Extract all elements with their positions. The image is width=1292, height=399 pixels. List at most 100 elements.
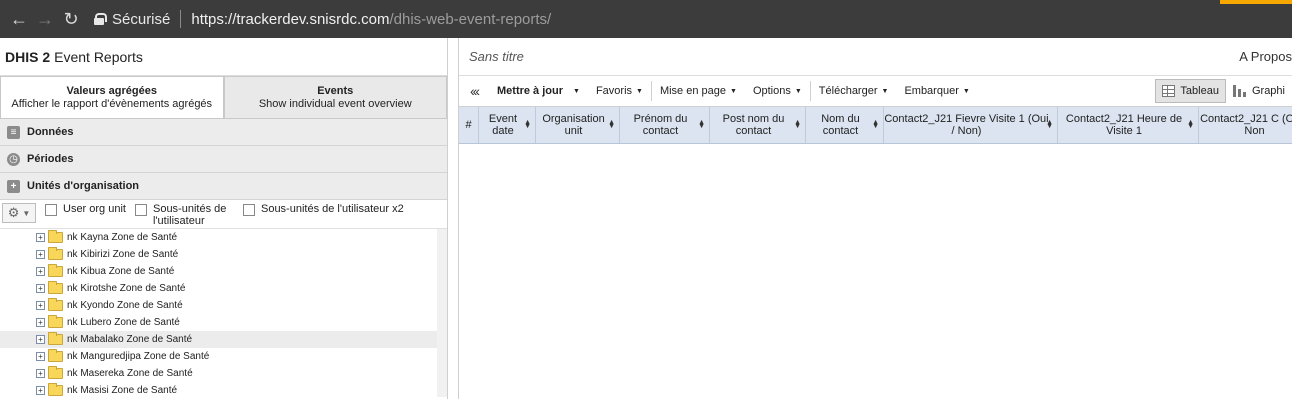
table-icon xyxy=(1162,85,1176,97)
expand-icon[interactable]: + xyxy=(36,250,45,259)
tree-item[interactable]: + nk Manguredjipa Zone de Santé xyxy=(0,348,447,365)
sort-icon[interactable]: ▲ ▼ xyxy=(872,119,879,130)
app-name: Event Reports xyxy=(54,48,143,65)
column-header-label: Prénom du contact xyxy=(633,113,688,137)
forward-arrow-icon[interactable]: → xyxy=(32,6,58,32)
column-header[interactable]: Contact2_J21 C (Oui / Non▲▼ xyxy=(1199,107,1292,143)
folder-icon xyxy=(48,230,63,243)
section-data[interactable]: ≡ Données xyxy=(0,119,447,146)
tree-item-label: nk Kyondo Zone de Santé xyxy=(67,300,183,311)
chart-view-label: Graphi xyxy=(1251,85,1285,97)
tab-events[interactable]: Events Show individual event overview xyxy=(223,76,447,119)
sort-icon[interactable]: ▲ ▼ xyxy=(698,119,705,130)
security-label: Sécurisé xyxy=(112,10,171,28)
report-title-bar: Sans titre A Propos xyxy=(459,38,1292,76)
favorites-menu[interactable]: Favoris ▼ xyxy=(588,85,651,97)
user-sub-units-x2-checkbox[interactable]: Sous-unités de l'utilisateur x2 xyxy=(242,203,404,216)
section-org-units-label: Unités d'organisation xyxy=(27,180,140,192)
user-org-unit-checkbox[interactable]: User org unit xyxy=(45,203,126,216)
update-label: Mettre à jour xyxy=(497,85,564,97)
table-header: # Event date ▲ ▼ Organisation unit ▲ ▼ Prénom d… xyxy=(459,107,1292,144)
folder-icon xyxy=(48,298,63,311)
expand-icon[interactable]: + xyxy=(36,352,45,361)
expand-icon[interactable]: + xyxy=(36,386,45,395)
options-menu[interactable]: Options ▼ xyxy=(745,85,810,97)
app-brand: DHIS 2 xyxy=(5,48,51,65)
sort-icon[interactable]: ▲ ▼ xyxy=(1187,119,1194,130)
column-header[interactable]: Event date ▲ ▼ xyxy=(479,107,536,143)
column-header[interactable]: Post nom du contact ▲ ▼ xyxy=(710,107,806,143)
tree-item[interactable]: + nk Lubero Zone de Santé xyxy=(0,314,447,331)
app-title: DHIS 2 Event Reports xyxy=(0,38,447,76)
tree-item-label: nk Lubero Zone de Santé xyxy=(67,317,180,328)
expand-icon[interactable]: + xyxy=(36,318,45,327)
folder-icon xyxy=(48,247,63,260)
expand-icon[interactable]: + xyxy=(36,369,45,378)
tree-item[interactable]: + nk Kyondo Zone de Santé xyxy=(0,297,447,314)
update-button[interactable]: Mettre à jour ▼ xyxy=(489,85,588,97)
sort-icon[interactable]: ▲ ▼ xyxy=(1046,119,1053,130)
address-bar[interactable]: Sécurisé https://trackerdev.snisrdc.com /… xyxy=(94,0,1292,38)
about-link[interactable]: A Propos xyxy=(1239,49,1292,64)
left-panel: DHIS 2 Event Reports Valeurs agrégées Af… xyxy=(0,38,448,399)
section-periods[interactable]: ◷ Périodes xyxy=(0,146,447,173)
column-header-label: Contact2_J21 Fievre Visite 1 (Oui / Non) xyxy=(884,113,1049,137)
column-header[interactable]: Prénom du contact ▲ ▼ xyxy=(620,107,710,143)
checkbox-box[interactable] xyxy=(242,204,255,216)
tree-item[interactable]: + nk Kibua Zone de Santé xyxy=(0,263,447,280)
tree-item[interactable]: + nk Masisi Zone de Santé xyxy=(0,382,447,397)
tab-aggregated-values[interactable]: Valeurs agrégées Afficher le rapport d'é… xyxy=(0,76,224,119)
tree-scrollbar[interactable] xyxy=(437,229,447,397)
download-menu[interactable]: Télécharger ▼ xyxy=(811,85,897,97)
section-org-units[interactable]: + Unités d'organisation xyxy=(0,173,447,200)
layout-label: Mise en page xyxy=(659,85,726,97)
tree-item[interactable]: + nk Masereka Zone de Santé xyxy=(0,365,447,382)
org-unit-tree: + nk Kayna Zone de Santé + nk Kibirizi Zone… xyxy=(0,229,447,397)
column-header-label: Contact2_J21 C (Oui / Non xyxy=(1200,113,1292,137)
tree-item-label: nk Manguredjipa Zone de Santé xyxy=(67,351,210,362)
column-header-label: Nom du contact xyxy=(821,113,860,137)
embed-menu[interactable]: Embarquer ▼ xyxy=(896,85,977,97)
chevron-down-icon: ▼ xyxy=(794,87,802,95)
column-header[interactable]: # xyxy=(459,107,479,143)
tree-item-label: nk Kibirizi Zone de Santé xyxy=(67,249,179,260)
chevron-down-icon: ▼ xyxy=(636,87,643,95)
mode-tabs: Valeurs agrégées Afficher le rapport d'é… xyxy=(0,76,447,119)
chart-view-button[interactable]: Graphi xyxy=(1225,79,1292,103)
gear-menu-button[interactable]: ⚙ ▼ xyxy=(2,203,36,223)
column-header-label: Event date xyxy=(488,113,518,137)
expand-icon[interactable]: + xyxy=(36,301,45,310)
address-divider xyxy=(180,10,182,28)
tree-item[interactable]: + nk Kibirizi Zone de Santé xyxy=(0,246,447,263)
report-toolbar: ‹‹‹ Mettre à jour ▼ Favoris ▼ Mise en pa… xyxy=(459,76,1292,107)
plus-icon: + xyxy=(7,179,20,193)
layout-menu[interactable]: Mise en page ▼ xyxy=(652,85,745,97)
column-header-label: Contact2_J21 Heure de Visite 1 xyxy=(1065,113,1183,137)
tree-item-label: nk Masisi Zone de Santé xyxy=(67,385,178,396)
collapse-panel-icon[interactable]: ‹‹‹ xyxy=(459,83,489,99)
expand-icon[interactable]: + xyxy=(36,233,45,242)
column-header[interactable]: Nom du contact ▲ ▼ xyxy=(806,107,884,143)
expand-icon[interactable]: + xyxy=(36,335,45,344)
sort-icon[interactable]: ▲ ▼ xyxy=(524,119,531,130)
column-header[interactable]: Contact2_J21 Heure de Visite 1 ▲ ▼ xyxy=(1058,107,1199,143)
tree-item[interactable]: + nk Kayna Zone de Santé xyxy=(0,229,447,246)
tree-item[interactable]: + nk Mabalako Zone de Santé xyxy=(0,331,447,348)
user-sub-units-label: Sous-unités de l'utilisateur xyxy=(152,203,227,227)
tree-item[interactable]: + nk Kirotshe Zone de Santé xyxy=(0,280,447,297)
column-header[interactable]: Organisation unit ▲ ▼ xyxy=(536,107,620,143)
favorites-label: Favoris xyxy=(595,85,633,97)
sort-icon[interactable]: ▲ ▼ xyxy=(608,119,615,130)
reload-icon[interactable]: ↻ xyxy=(58,6,84,32)
checkbox-box[interactable] xyxy=(45,204,57,216)
back-arrow-icon[interactable]: ← xyxy=(6,6,32,32)
tab-aggregated-title: Valeurs agrégées xyxy=(66,85,157,97)
expand-icon[interactable]: + xyxy=(36,267,45,276)
user-sub-units-checkbox[interactable]: Sous-unités de l'utilisateur xyxy=(134,203,235,227)
table-view-button[interactable]: Tableau xyxy=(1155,79,1226,103)
expand-icon[interactable]: + xyxy=(36,284,45,293)
sort-icon[interactable]: ▲ ▼ xyxy=(794,119,801,130)
tree-item-label: nk Masereka Zone de Santé xyxy=(67,368,193,379)
org-unit-options: ⚙ ▼ User org unit Sous-unités de l'utilis… xyxy=(0,200,447,229)
column-header[interactable]: Contact2_J21 Fievre Visite 1 (Oui / Non)… xyxy=(884,107,1058,143)
